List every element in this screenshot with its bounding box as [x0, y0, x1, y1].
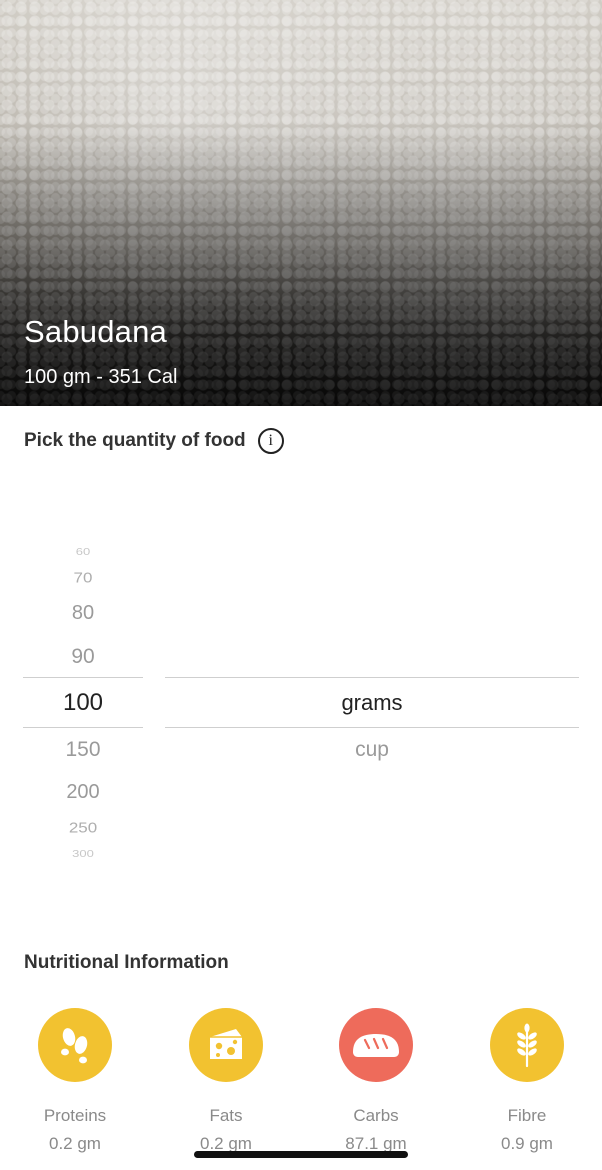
food-calories: 100 gm - 351 Cal: [24, 366, 178, 388]
quantity-option[interactable]: 250: [23, 820, 143, 837]
quantity-title-text: Pick the quantity of food: [24, 430, 246, 451]
footprints-icon: [61, 1028, 88, 1064]
quantity-option[interactable]: 60: [23, 546, 143, 557]
picker-selection-line: [165, 727, 579, 728]
food-title: Sabudana: [24, 314, 167, 349]
nutrient-value: 0.9 gm: [501, 1134, 553, 1153]
unit-option-selected[interactable]: grams: [165, 690, 579, 716]
quantity-option[interactable]: 150: [23, 738, 143, 762]
cheese-icon: [210, 1029, 242, 1059]
nutrient-icon-circle: [38, 1008, 112, 1082]
nutrient-proteins: Proteins 0.2 gm: [5, 1008, 145, 1154]
nutrient-label: Fats: [209, 1106, 243, 1125]
wheat-icon: [517, 1023, 537, 1068]
quantity-option-selected[interactable]: 100: [23, 689, 143, 717]
info-icon[interactable]: i: [257, 428, 284, 454]
picker-selection-line: [23, 727, 143, 728]
nutrient-icon-circle: [189, 1008, 263, 1082]
nutrient-icon-circle: [339, 1008, 413, 1082]
nutrient-value: 0.2 gm: [49, 1134, 101, 1153]
quantity-section-title: Pick the quantity of food i: [24, 428, 284, 454]
picker-selection-line: [165, 677, 579, 678]
nutrient-label: Carbs: [353, 1106, 399, 1125]
nutrient-label: Fibre: [507, 1106, 547, 1125]
quantity-option[interactable]: 80: [23, 602, 143, 625]
quantity-option[interactable]: 200: [23, 781, 143, 804]
nutrient-fats: Fats 0.2 gm: [156, 1008, 296, 1154]
nutrient-label: Proteins: [43, 1106, 107, 1125]
picker-selection-line: [23, 677, 143, 678]
quantity-option[interactable]: 300: [23, 848, 143, 859]
nutrition-section-title: Nutritional Information: [24, 952, 229, 973]
home-indicator[interactable]: [194, 1151, 408, 1158]
unit-option[interactable]: cup: [165, 738, 579, 762]
nutrient-icon-circle: [490, 1008, 564, 1082]
quantity-option[interactable]: 70: [23, 570, 143, 587]
quantity-option[interactable]: 90: [23, 645, 143, 669]
hero-image: Sabudana 100 gm - 351 Cal: [0, 0, 602, 406]
nutrient-fibre: Fibre 0.9 gm: [457, 1008, 597, 1154]
bread-icon: [353, 1034, 399, 1057]
nutrient-carbs: Carbs 87.1 gm: [306, 1008, 446, 1154]
